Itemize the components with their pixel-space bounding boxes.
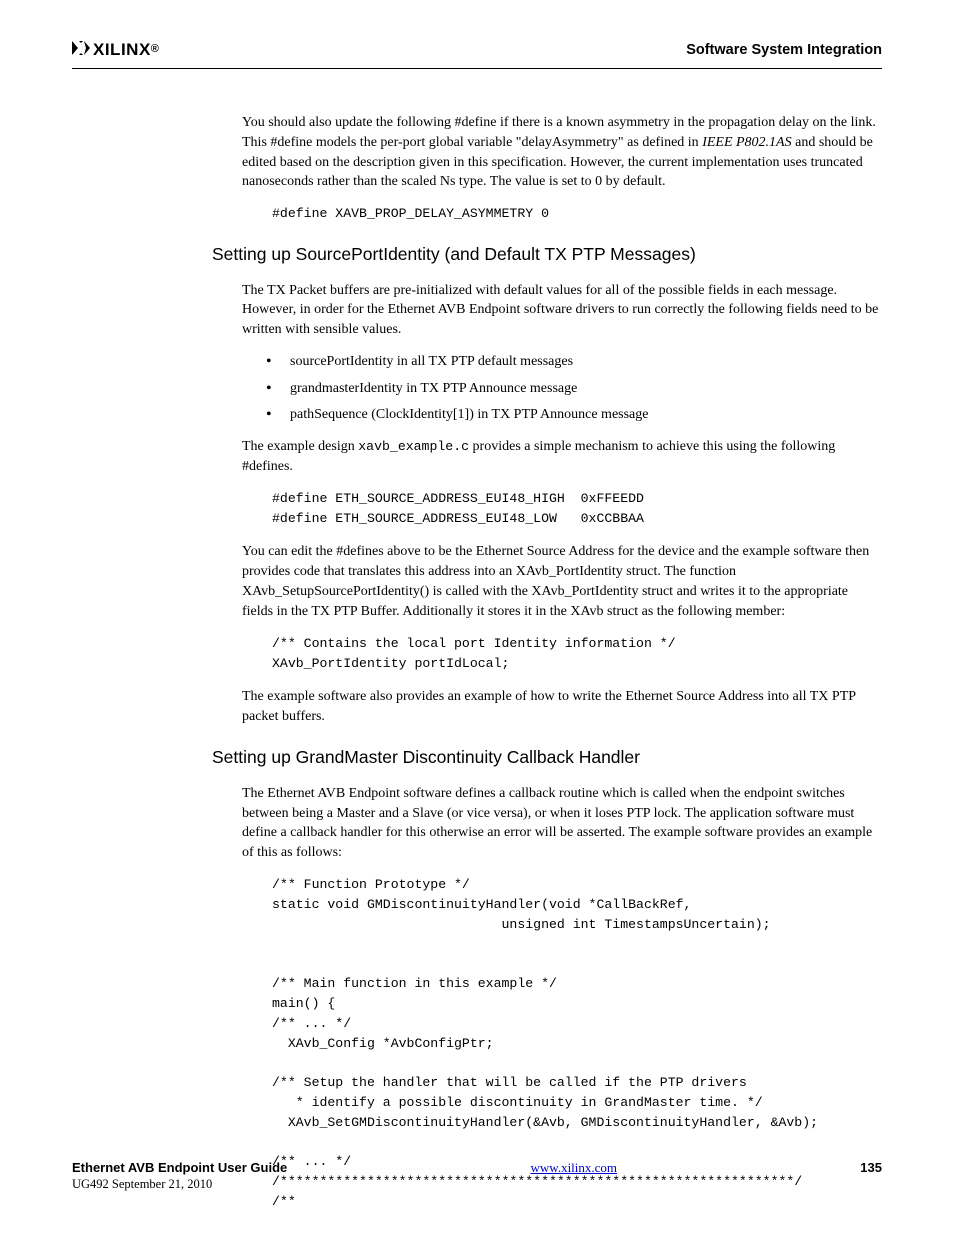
code-block: /** Contains the local port Identity inf… [272, 634, 882, 674]
page-header: XILINX® Software System Integration [72, 38, 882, 69]
list-item: pathSequence (ClockIdentity[1]) in TX PT… [266, 405, 882, 425]
paragraph: The example software also provides an ex… [242, 687, 882, 727]
list-item: grandmasterIdentity in TX PTP Announce m… [266, 379, 882, 399]
logo-mark-icon [72, 38, 90, 62]
page-footer: Ethernet AVB Endpoint User Guide UG492 S… [72, 1159, 882, 1193]
page-header-title: Software System Integration [686, 40, 882, 60]
paragraph: The example design xavb_example.c provid… [242, 437, 882, 477]
code-block: #define XAVB_PROP_DELAY_ASYMMETRY 0 [272, 204, 882, 224]
bullet-list: sourcePortIdentity in all TX PTP default… [266, 352, 882, 425]
main-content: You should also update the following #de… [72, 113, 882, 1212]
paragraph: You should also update the following #de… [242, 113, 882, 193]
logo-text: XILINX [93, 38, 151, 62]
paragraph: The Ethernet AVB Endpoint software defin… [242, 784, 882, 864]
list-item: sourcePortIdentity in all TX PTP default… [266, 352, 882, 372]
footer-page-number: 135 [860, 1159, 882, 1177]
footer-doc-title: Ethernet AVB Endpoint User Guide [72, 1159, 287, 1177]
paragraph: You can edit the #defines above to be th… [242, 542, 882, 622]
paragraph: The TX Packet buffers are pre-initialize… [242, 281, 882, 341]
section-heading: Setting up SourcePortIdentity (and Defau… [212, 242, 882, 267]
section-heading: Setting up GrandMaster Discontinuity Cal… [212, 745, 882, 770]
footer-left: Ethernet AVB Endpoint User Guide UG492 S… [72, 1159, 287, 1193]
code-block: #define ETH_SOURCE_ADDRESS_EUI48_HIGH 0x… [272, 489, 882, 529]
footer-doc-sub: UG492 September 21, 2010 [72, 1176, 287, 1193]
xilinx-logo: XILINX® [72, 38, 159, 62]
footer-link[interactable]: www.xilinx.com [531, 1159, 618, 1177]
